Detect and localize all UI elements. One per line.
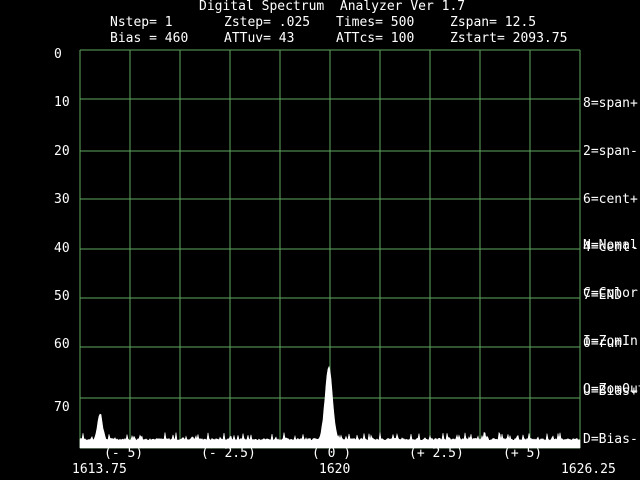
x-offset-plus-2-5: (+ 2.5): [409, 446, 464, 461]
y-label-30: 30: [54, 192, 70, 207]
spectrum-area: [79, 365, 581, 449]
y-label-50: 50: [54, 289, 70, 304]
attuv-readout: ATTuv= 43: [224, 31, 295, 46]
y-label-20: 20: [54, 144, 70, 159]
x-start-freq: 1613.75: [72, 462, 127, 477]
zspan-readout: Zspan= 12.5: [450, 15, 537, 30]
x-end-freq: 1626.25: [561, 462, 616, 477]
zstep-readout: Zstep= .025: [224, 15, 311, 30]
zstart-readout: Zstart= 2093.75: [450, 31, 568, 46]
times-readout: Times= 500: [336, 15, 415, 30]
key-menu-group2: N=Nomal C=Color I=ZomIn O=ZomOut: [583, 206, 640, 414]
menu-span-minus[interactable]: 2=span-: [583, 144, 640, 160]
y-label-40: 40: [54, 241, 70, 256]
menu-color[interactable]: C=Color: [583, 286, 640, 302]
menu-normal[interactable]: N=Nomal: [583, 238, 640, 254]
menu-zoom-in[interactable]: I=ZomIn: [583, 334, 640, 350]
x-center-freq: 1620: [319, 462, 351, 477]
y-label-10: 10: [54, 95, 70, 110]
bias-readout: Bias = 460: [110, 31, 189, 46]
x-offset-minus-2-5: (- 2.5): [201, 446, 256, 461]
y-label-0: 0: [54, 47, 62, 62]
spectrum-trace: [79, 365, 581, 449]
x-offset-minus-5: (- 5): [104, 446, 144, 461]
menu-span-plus[interactable]: 8=span+: [583, 96, 640, 112]
x-offset-zero: ( 0 ): [312, 446, 352, 461]
nstep-readout: Nstep= 1: [110, 15, 173, 30]
spectrum-plot: [79, 49, 581, 449]
app-title: Digital Spectrum Analyzer Ver 1.7: [199, 0, 466, 14]
menu-zoom-out[interactable]: O=ZomOut: [583, 382, 640, 398]
attcs-readout: ATTcs= 100: [336, 31, 415, 46]
y-label-60: 60: [54, 337, 70, 352]
y-label-70: 70: [54, 400, 70, 415]
menu-bias-minus[interactable]: D=Bias-: [583, 432, 640, 448]
x-offset-plus-5: (+ 5): [503, 446, 543, 461]
